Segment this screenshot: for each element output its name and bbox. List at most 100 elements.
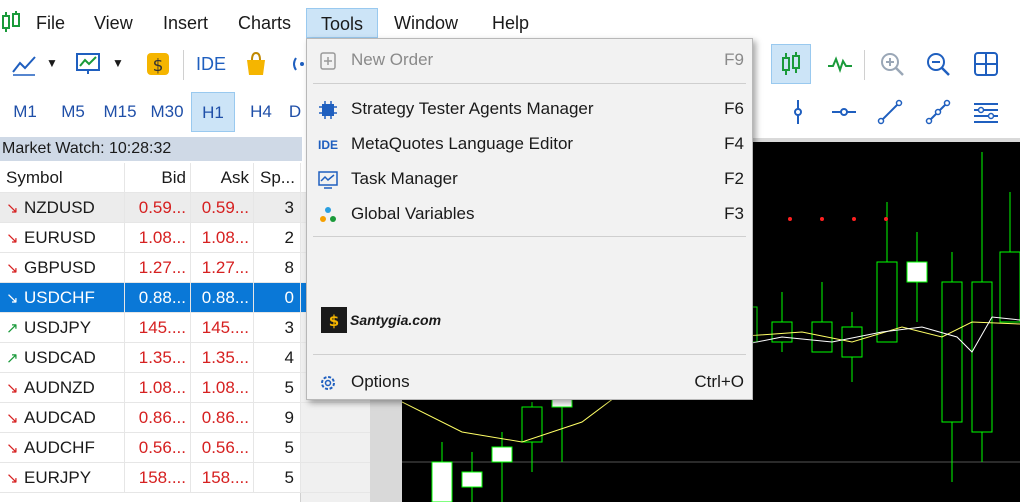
- menu-item-metaquotes-language-editor[interactable]: IDE MetaQuotes Language Editor F4: [307, 127, 752, 161]
- app-candle-icon: [2, 11, 20, 32]
- timeframe-h1[interactable]: H1: [191, 92, 235, 132]
- menu-item-task-manager[interactable]: Task Manager F2: [307, 162, 752, 196]
- trendline-button[interactable]: [870, 92, 910, 132]
- svg-text:$: $: [329, 312, 339, 330]
- symbol-name: NZDUSD: [24, 198, 95, 217]
- ask-cell: 1.35...: [191, 343, 254, 373]
- ask-cell: 1.08...: [191, 223, 254, 253]
- arrow-down-icon: ↘: [6, 230, 19, 247]
- ask-cell: 145....: [191, 313, 254, 343]
- menu-separator: [313, 236, 746, 237]
- line-chart-button[interactable]: [820, 44, 860, 84]
- fibonacci-button[interactable]: [966, 92, 1006, 132]
- bid-cell: 145....: [125, 313, 191, 343]
- menu-tools[interactable]: Tools: [306, 8, 378, 38]
- menu-item-label: Options: [351, 372, 410, 391]
- ask-cell: 0.59...: [191, 193, 254, 223]
- ide-button[interactable]: IDE: [196, 54, 226, 75]
- bid-cell: 0.86...: [125, 403, 191, 433]
- arrow-down-icon: ↘: [6, 290, 19, 307]
- agents-manager-icon: [317, 99, 339, 121]
- spread-cell: 8: [254, 253, 301, 283]
- table-row[interactable]: ↘ AUDCAD 0.86... 0.86... 9: [0, 403, 370, 433]
- zoom-out-button[interactable]: [918, 44, 958, 84]
- column-header-spread[interactable]: Sp...: [254, 163, 301, 193]
- menu-item-new-order[interactable]: New Order F9: [307, 43, 752, 77]
- zoom-in-button[interactable]: [872, 44, 912, 84]
- column-header-ask[interactable]: Ask: [191, 163, 254, 193]
- shopping-bag-icon: [247, 51, 265, 75]
- watermark: $ Santygia.com: [321, 307, 441, 333]
- arrow-down-icon: ↘: [6, 200, 19, 217]
- spread-cell: 5: [254, 463, 301, 493]
- payment-button[interactable]: $: [138, 44, 178, 84]
- trendline-icon: [877, 99, 903, 125]
- table-row[interactable]: ↘ AUDCHF 0.56... 0.56... 5: [0, 433, 370, 463]
- arrow-down-icon: ↘: [6, 410, 19, 427]
- signal-dot: [884, 217, 888, 221]
- menu-item-shortcut: F6: [724, 99, 744, 118]
- symbol-name: EURJPY: [24, 468, 92, 487]
- zoom-in-icon: [881, 53, 904, 76]
- watermark-text: Santygia.com: [350, 312, 442, 328]
- arrow-up-icon: ↗: [6, 320, 19, 337]
- fibonacci-icon: [974, 103, 998, 123]
- menu-insert[interactable]: Insert: [161, 8, 210, 38]
- menu-window[interactable]: Window: [392, 8, 460, 38]
- chevron-down-icon[interactable]: ▼: [112, 56, 124, 70]
- arrow-down-icon: ↘: [6, 380, 19, 397]
- symbol-name: USDCHF: [24, 288, 95, 307]
- candle-body: [971, 281, 993, 433]
- menu-help[interactable]: Help: [490, 8, 531, 38]
- ask-cell: 0.86...: [191, 403, 254, 433]
- column-header-symbol[interactable]: Symbol: [0, 163, 125, 193]
- menu-item-global-variables[interactable]: Global Variables F3: [307, 197, 752, 231]
- symbol-cell: ↘ GBPUSD: [0, 253, 125, 283]
- menu-charts[interactable]: Charts: [236, 8, 293, 38]
- signal-dot: [788, 217, 792, 221]
- new-order-icon: [317, 50, 339, 72]
- candle-body: [431, 461, 453, 502]
- candlestick-icon: [782, 52, 800, 75]
- bid-cell: 1.27...: [125, 253, 191, 283]
- ask-cell: 1.08...: [191, 373, 254, 403]
- market-button[interactable]: [68, 44, 108, 84]
- timeframe-m15[interactable]: M15: [98, 92, 142, 132]
- timeframe-m30[interactable]: M30: [146, 92, 188, 132]
- spread-cell: 5: [254, 433, 301, 463]
- candle-body: [461, 471, 483, 488]
- vertical-line-button[interactable]: [778, 92, 818, 132]
- candle-body: [491, 446, 513, 463]
- menu-item-shortcut: F3: [724, 204, 744, 223]
- menu-view[interactable]: View: [92, 8, 135, 38]
- menu-file[interactable]: File: [34, 8, 67, 38]
- menu-item-options[interactable]: Options Ctrl+O: [307, 365, 752, 399]
- menu-item-label: MetaQuotes Language Editor: [351, 134, 574, 153]
- spread-cell: 3: [254, 193, 301, 223]
- channel-button[interactable]: [918, 92, 958, 132]
- menu-item-strategy-tester-agents-manager[interactable]: Strategy Tester Agents Manager F6: [307, 92, 752, 126]
- timeframe-d1[interactable]: D: [284, 92, 306, 132]
- tile-windows-button[interactable]: [966, 44, 1006, 84]
- chart-type-line-button[interactable]: [4, 44, 44, 84]
- horizontal-line-button[interactable]: [824, 92, 864, 132]
- bid-cell: 158....: [125, 463, 191, 493]
- symbol-cell: ↘ NZDUSD: [0, 193, 125, 223]
- arrow-down-icon: ↘: [6, 440, 19, 457]
- column-header-bid[interactable]: Bid: [125, 163, 191, 193]
- chevron-down-icon[interactable]: ▼: [46, 56, 58, 70]
- timeframe-m5[interactable]: M5: [52, 92, 94, 132]
- menu-bar: File View Insert Charts Tools Window Hel…: [0, 0, 1020, 42]
- symbol-name: AUDNZD: [24, 378, 95, 397]
- symbol-cell: ↗ USDJPY: [0, 313, 125, 343]
- market-shop-button[interactable]: [236, 44, 276, 84]
- timeframe-m1[interactable]: M1: [4, 92, 46, 132]
- table-row[interactable]: ↘ EURJPY 158.... 158.... 5: [0, 463, 370, 493]
- symbol-cell: ↘ EURUSD: [0, 223, 125, 253]
- candle-body: [906, 261, 928, 283]
- candlestick-chart-button[interactable]: [771, 44, 811, 84]
- toolbar-separator: [864, 50, 865, 80]
- timeframe-h4[interactable]: H4: [240, 92, 282, 132]
- symbol-cell: ↗ USDCAD: [0, 343, 125, 373]
- bid-cell: 1.08...: [125, 223, 191, 253]
